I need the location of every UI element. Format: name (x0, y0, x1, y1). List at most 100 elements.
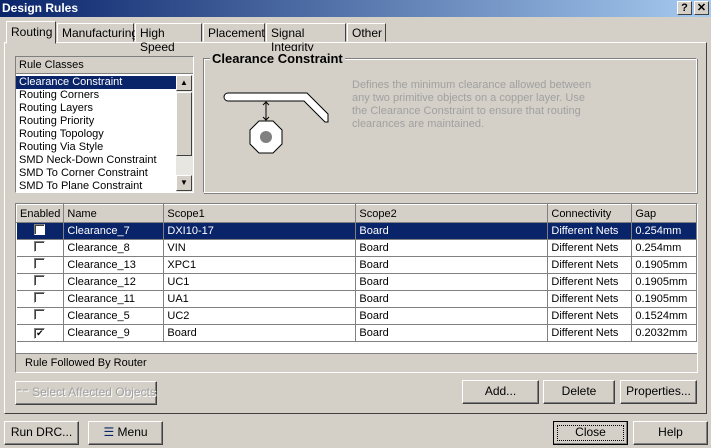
table-row[interactable]: Clearance_7 DXI10-17 Board Different Nets 0.… (16, 222, 697, 240)
connectivity-cell: Different Nets (547, 256, 633, 274)
scope2-cell: Board (355, 307, 549, 325)
gap-cell: 0.1905mm (631, 256, 697, 274)
rules-table: Enabled Name Scope1 Scope2 Connectivity … (15, 203, 698, 373)
scroll-down-icon[interactable]: ▼ (176, 175, 192, 191)
gap-cell: 0.1524mm (631, 307, 697, 325)
tab-manufacturing[interactable]: Manufacturing (57, 23, 138, 42)
rule-class-item[interactable]: SMD To Plane Constraint (16, 180, 176, 193)
col-scope1[interactable]: Scope1 (163, 204, 357, 223)
scope2-cell: Board (355, 222, 549, 240)
tab-routing[interactable]: Routing (6, 21, 56, 44)
tab-signal-integrity[interactable]: Signal Integrity (266, 23, 346, 54)
table-row[interactable]: Clearance_11 UA1 Board Different Nets 0.1905… (16, 290, 697, 308)
col-scope2[interactable]: Scope2 (355, 204, 549, 223)
window-title: Design Rules (2, 1, 79, 15)
table-row[interactable]: Clearance_13 XPC1 Board Different Nets 0.190… (16, 256, 697, 274)
tab-placement[interactable]: Placement (203, 23, 265, 42)
enabled-checkbox[interactable] (34, 258, 46, 269)
col-gap[interactable]: Gap (631, 204, 697, 223)
scope2-cell: Board (355, 290, 549, 308)
scope1-cell: DXI10-17 (163, 222, 357, 240)
run-drc-button[interactable]: Run DRC... (4, 421, 79, 445)
name-cell: Clearance_5 (63, 307, 165, 325)
select-affected-objects-button: ⁼⁼ Select Affected Objects (15, 381, 157, 405)
table-row[interactable]: Clearance_12 UC1 Board Different Nets 0.1905… (16, 273, 697, 291)
enabled-checkbox[interactable]: ✔ (34, 328, 46, 339)
scope1-cell: UA1 (163, 290, 357, 308)
scrollbar[interactable]: ▲ ▼ (176, 75, 193, 192)
enabled-checkbox[interactable] (34, 309, 46, 320)
rule-class-item[interactable]: Routing Corners (16, 89, 176, 102)
enabled-cell[interactable] (16, 239, 65, 257)
scope2-cell: Board (355, 324, 549, 342)
scope1-cell: XPC1 (163, 256, 357, 274)
add-button[interactable]: Add... (462, 380, 539, 404)
rule-class-item[interactable]: SMD To Corner Constraint (16, 167, 176, 180)
col-enabled[interactable]: Enabled (15, 204, 65, 223)
enabled-cell[interactable] (16, 307, 65, 325)
name-cell: Clearance_7 (63, 222, 165, 240)
enabled-checkbox[interactable] (34, 292, 46, 303)
tab-high-speed[interactable]: High Speed (135, 23, 202, 54)
rule-classes-header: Rule Classes (16, 57, 193, 74)
delete-button[interactable]: Delete (543, 380, 615, 404)
enabled-checkbox[interactable] (34, 224, 46, 235)
enabled-cell[interactable] (16, 273, 65, 291)
table-row[interactable]: ✔ Clearance_9 Board Board Different Nets 0.20… (16, 324, 697, 342)
enabled-cell[interactable]: ✔ (16, 324, 65, 342)
scope1-cell: UC2 (163, 307, 357, 325)
close-button[interactable]: Close (553, 421, 628, 445)
name-cell: Clearance_13 (63, 256, 165, 274)
table-row[interactable]: Clearance_8 VIN Board Different Nets 0.254mm (16, 239, 697, 257)
scope1-cell: Board (163, 324, 357, 342)
table-row[interactable]: Clearance_5 UC2 Board Different Nets 0.1524m… (16, 307, 697, 325)
connectivity-cell: Different Nets (547, 290, 633, 308)
table-header: Enabled Name Scope1 Scope2 Connectivity … (15, 204, 697, 223)
name-cell: Clearance_9 (63, 324, 165, 342)
menu-button[interactable]: ☰ Menu (88, 421, 163, 445)
col-connectivity[interactable]: Connectivity (547, 204, 633, 223)
gap-cell: 0.1905mm (631, 273, 697, 291)
description-title: Clearance Constraint (210, 51, 345, 66)
title-bar: Design Rules (0, 0, 711, 17)
description-text: Defines the minimum clearance allowed be… (352, 79, 592, 130)
connectivity-cell: Different Nets (547, 222, 633, 240)
name-cell: Clearance_11 (63, 290, 165, 308)
menu-icon: ☰ (103, 425, 118, 439)
enabled-cell[interactable] (16, 256, 65, 274)
rule-class-item[interactable]: Clearance Constraint (16, 76, 176, 89)
rule-class-item[interactable]: SMD Neck-Down Constraint (16, 154, 176, 167)
properties-button[interactable]: Properties... (620, 380, 697, 404)
clearance-diagram-icon (223, 92, 329, 154)
tab-other[interactable]: Other (347, 23, 386, 42)
gap-cell: 0.2032mm (631, 324, 697, 342)
enabled-cell[interactable] (16, 290, 65, 308)
select-icon: ⁼⁼ (16, 385, 33, 399)
enabled-checkbox[interactable] (34, 275, 46, 286)
help-button[interactable]: Help (633, 421, 708, 445)
gap-cell: 0.254mm (631, 239, 697, 257)
scope2-cell: Board (355, 256, 549, 274)
gap-cell: 0.254mm (631, 222, 697, 240)
col-name[interactable]: Name (63, 204, 165, 223)
connectivity-cell: Different Nets (547, 307, 633, 325)
scope1-cell: UC1 (163, 273, 357, 291)
gap-cell: 0.1905mm (631, 290, 697, 308)
rule-class-item[interactable]: Routing Topology (16, 128, 176, 141)
rule-classes-list: Rule Classes Clearance Constraint Routin… (15, 56, 194, 193)
rule-class-item[interactable]: Routing Via Style (16, 141, 176, 154)
help-icon[interactable]: ? (677, 1, 692, 15)
scope2-cell: Board (355, 239, 549, 257)
connectivity-cell: Different Nets (547, 239, 633, 257)
enabled-checkbox[interactable] (34, 241, 46, 252)
name-cell: Clearance_12 (63, 273, 165, 291)
close-icon[interactable]: ✕ (694, 1, 709, 15)
rule-class-item[interactable]: Routing Priority (16, 115, 176, 128)
connectivity-cell: Different Nets (547, 273, 633, 291)
enabled-cell[interactable] (16, 222, 65, 240)
table-footer: Rule Followed By Router (16, 353, 697, 372)
scope1-cell: VIN (163, 239, 357, 257)
scroll-thumb[interactable] (176, 92, 192, 156)
rule-class-item[interactable]: Routing Layers (16, 102, 176, 115)
scroll-up-icon[interactable]: ▲ (176, 75, 192, 91)
